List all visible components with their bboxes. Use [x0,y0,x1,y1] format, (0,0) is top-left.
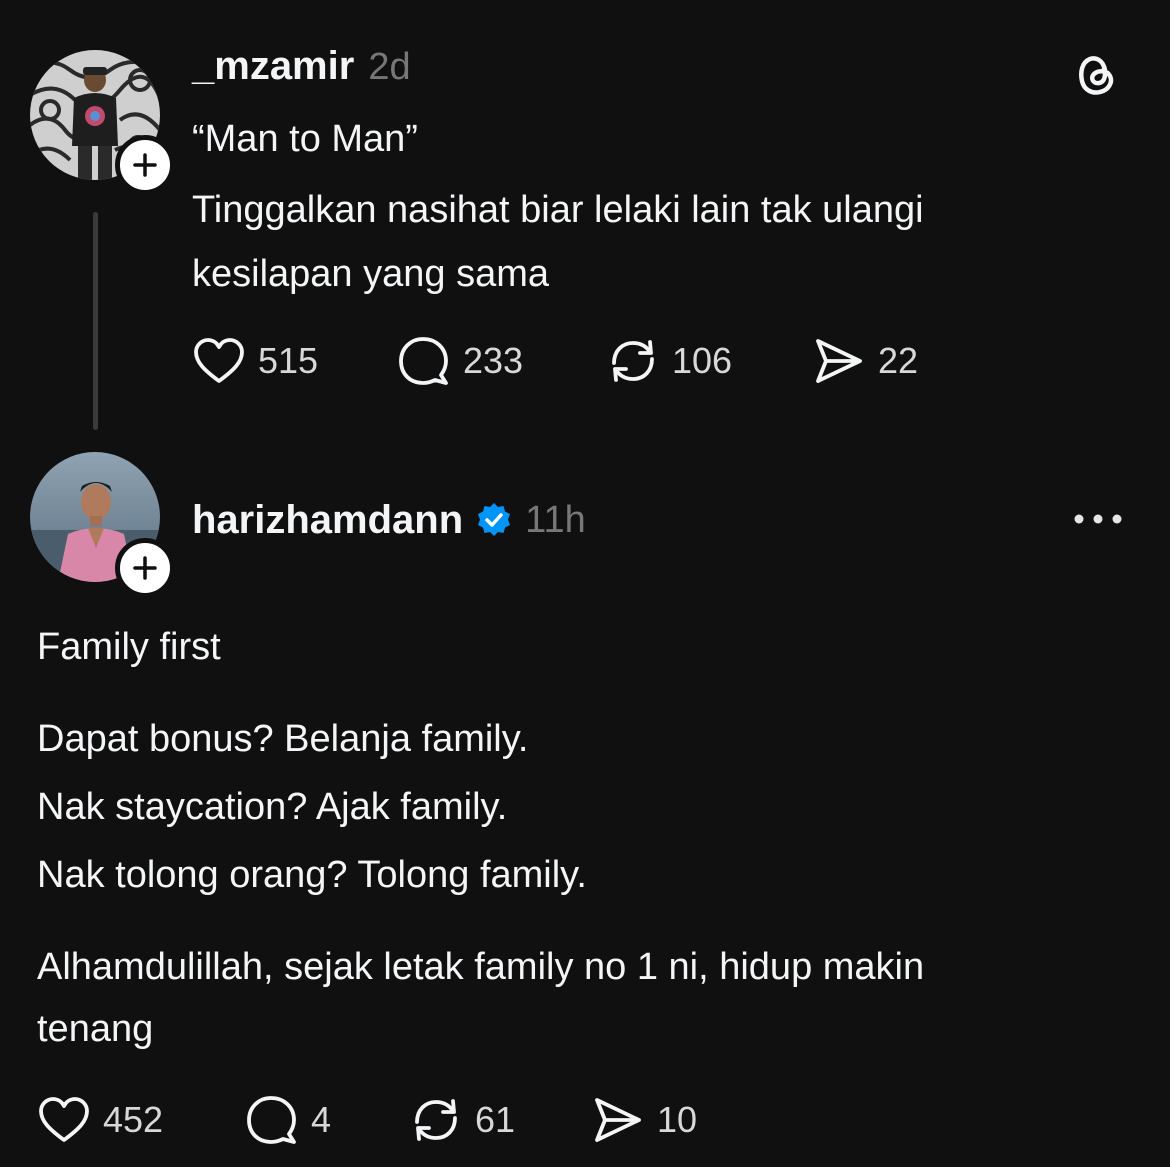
post-body: Family first Dapat bonus? Belanja family… [37,613,924,1063]
repost-button[interactable]: 106 [606,333,732,389]
like-count: 452 [103,1099,164,1140]
share-button[interactable]: 22 [812,333,918,389]
post-text-line: Nak staycation? Ajak family. [37,786,508,828]
repost-arrows-icon [415,1099,457,1141]
post-body: “Man to Man” Tinggalkan nasihat biar lel… [192,107,924,306]
reply-count: 4 [311,1099,332,1140]
speech-bubble-icon [399,337,448,385]
like-button[interactable]: 452 [37,1092,163,1148]
post-text-line: Dapat bonus? Belanja family. [37,718,529,760]
username[interactable]: _mzamir [192,44,354,89]
reply-button[interactable]: 233 [397,333,523,389]
speech-bubble-icon [247,1096,296,1144]
share-button[interactable]: 10 [591,1092,697,1148]
repost-arrows-icon [612,340,654,382]
thread-connector-line [93,212,98,430]
post-text-line: “Man to Man” [192,118,418,160]
like-button[interactable]: 515 [192,333,318,389]
username[interactable]: harizhamdann [192,498,463,543]
verified-badge-icon [478,503,511,536]
heart-icon [194,338,244,383]
post-text-line: Alhamdulillah, sejak letak family no 1 n… [37,946,925,988]
more-dots-icon[interactable] [1073,510,1123,533]
post-text-line: Family first [37,626,221,668]
like-count: 515 [258,340,319,381]
plus-icon [133,153,157,177]
follow-button-harizhamdann[interactable] [115,538,175,598]
heart-icon [39,1097,89,1142]
follow-button-mzamir[interactable] [115,135,175,195]
post-text-line: tenang [37,1008,154,1050]
plus-icon [133,556,157,580]
reply-button[interactable]: 4 [245,1092,331,1148]
paper-plane-icon [595,1098,641,1142]
post-time: 2d [368,46,411,88]
share-count: 22 [878,340,919,381]
paper-plane-icon [816,339,862,383]
post-text-line: Nak tolong orang? Tolong family. [37,854,587,896]
post-time: 11h [525,498,586,541]
post-text-line: Tinggalkan nasihat biar lelaki lain tak … [192,189,924,231]
share-count: 10 [657,1099,698,1140]
post-text-line: kesilapan yang sama [192,253,549,295]
repost-count: 106 [672,340,733,381]
repost-count: 61 [475,1099,516,1140]
repost-button[interactable]: 61 [409,1092,515,1148]
reply-count: 233 [463,340,524,381]
threads-logo-icon[interactable] [1072,50,1120,103]
